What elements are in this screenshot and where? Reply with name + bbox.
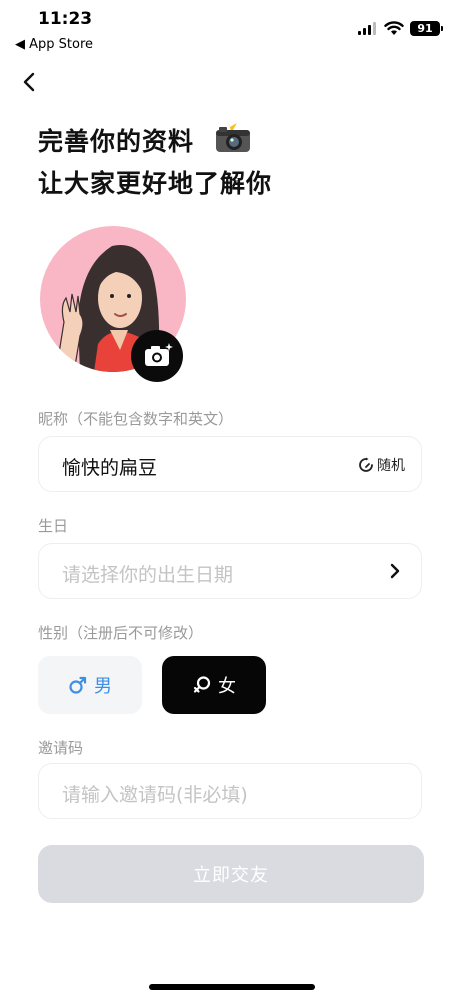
invite-code-placeholder: 请输入邀请码(非必填)	[62, 784, 248, 806]
chevron-right-icon	[390, 563, 400, 579]
random-label: 随机	[377, 458, 405, 474]
back-to-app-store-link[interactable]: ◀ App Store	[15, 37, 93, 52]
battery-indicator: 91	[410, 21, 443, 36]
cellular-signal-icon	[358, 22, 376, 35]
birthday-label: 生日	[38, 517, 69, 535]
submit-button[interactable]: 立即交友	[38, 845, 424, 903]
nickname-field[interactable]: 愉快的扁豆 随机	[38, 436, 422, 492]
gender-male-button[interactable]: 男	[38, 656, 142, 714]
camera-icon	[145, 343, 173, 366]
gender-female-button[interactable]: 女	[162, 656, 266, 714]
gender-label: 性别（注册后不可修改）	[38, 624, 204, 642]
birthday-placeholder: 请选择你的出生日期	[62, 564, 234, 586]
male-label: 男	[94, 676, 112, 697]
nickname-value[interactable]: 愉快的扁豆	[62, 453, 157, 480]
female-symbol-icon	[193, 676, 211, 693]
camera-flash-icon	[216, 120, 250, 152]
random-nickname-button[interactable]: 随机	[358, 455, 405, 475]
nickname-label: 昵称（不能包含数字和英文）	[38, 410, 234, 428]
back-arrow-icon[interactable]	[18, 70, 42, 94]
page-subtitle: 让大家更好地了解你	[38, 169, 273, 198]
change-avatar-button[interactable]	[131, 330, 183, 382]
female-label: 女	[218, 676, 236, 697]
page-title: 完善你的资料	[38, 127, 195, 156]
status-time: 11:23	[38, 9, 93, 29]
invite-code-label: 邀请码	[38, 739, 84, 757]
birthday-picker[interactable]: 请选择你的出生日期	[38, 543, 422, 599]
male-symbol-icon	[69, 676, 87, 694]
invite-code-input[interactable]: 请输入邀请码(非必填)	[38, 763, 422, 819]
wifi-icon	[384, 21, 404, 35]
home-indicator[interactable]	[149, 984, 315, 990]
refresh-icon	[359, 457, 373, 472]
